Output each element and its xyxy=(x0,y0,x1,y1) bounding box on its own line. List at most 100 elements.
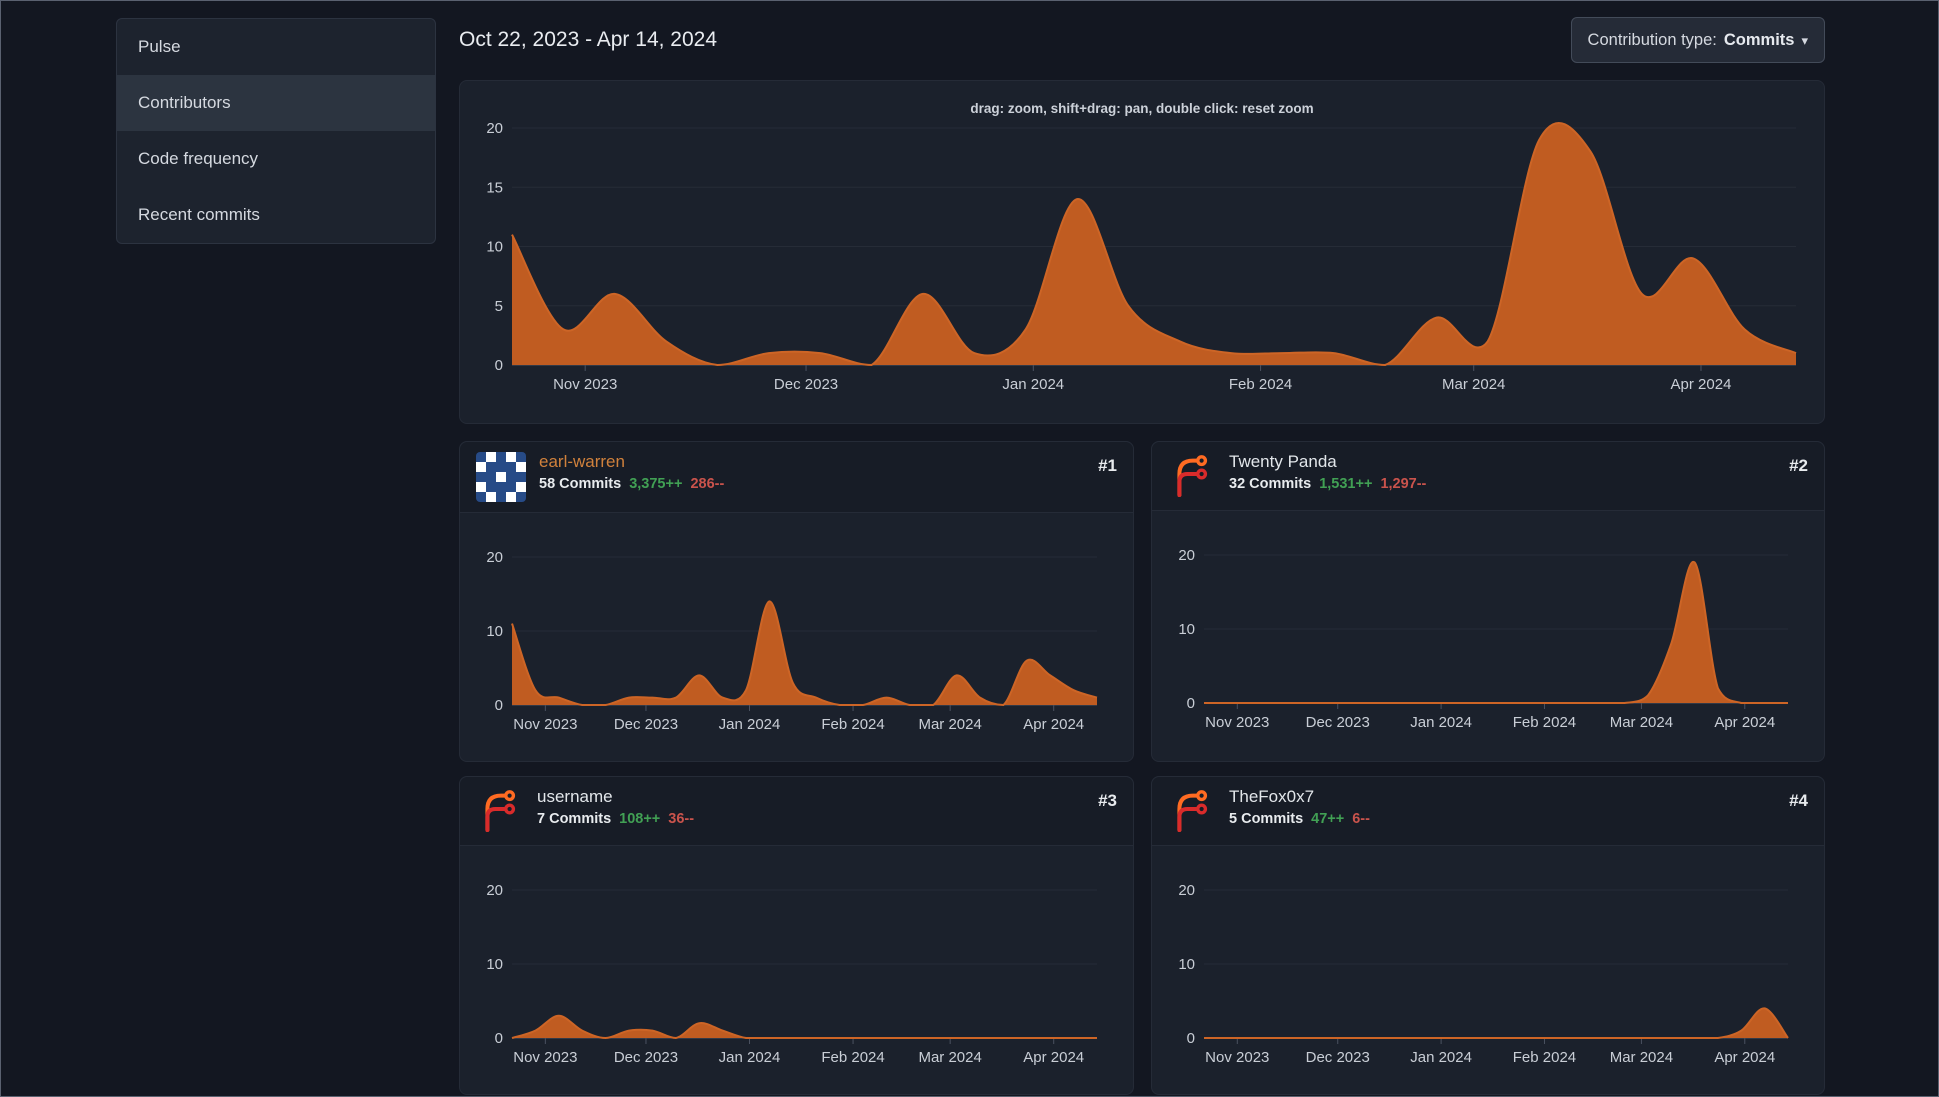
svg-text:20: 20 xyxy=(1178,547,1195,564)
svg-text:10: 10 xyxy=(1178,621,1195,638)
main-header: Oct 22, 2023 - Apr 14, 2024 Contribution… xyxy=(459,17,1825,63)
contributor-rank: #4 xyxy=(1789,791,1808,810)
svg-text:15: 15 xyxy=(486,179,503,196)
svg-text:10: 10 xyxy=(486,623,503,640)
svg-text:5: 5 xyxy=(495,298,503,315)
svg-text:0: 0 xyxy=(495,1030,503,1047)
contributor-card-header: TheFox0x7 5 Commits 47++ 6-- #4 xyxy=(1152,777,1824,846)
additions-count: 1,531++ xyxy=(1319,476,1373,492)
svg-text:20: 20 xyxy=(1178,882,1195,899)
svg-text:Dec 2023: Dec 2023 xyxy=(614,716,678,733)
deletions-count: 36-- xyxy=(668,811,695,827)
contribution-type-label: Contribution type: xyxy=(1587,30,1717,49)
svg-text:Dec 2023: Dec 2023 xyxy=(774,376,838,393)
additions-count: 3,375++ xyxy=(629,476,683,492)
commit-count: 32 Commits xyxy=(1229,476,1312,492)
svg-text:Nov 2023: Nov 2023 xyxy=(1205,1049,1269,1066)
contributor-name-link[interactable]: TheFox0x7 xyxy=(1229,787,1776,807)
sidebar-item-code-frequency[interactable]: Code frequency xyxy=(117,131,435,187)
contributor-card-username: username 7 Commits 108++ 36-- #3 0 10 20 No… xyxy=(459,776,1134,1095)
svg-text:Mar 2024: Mar 2024 xyxy=(918,716,981,733)
deletions-count: 6-- xyxy=(1352,811,1370,827)
sidebar-item-pulse[interactable]: Pulse xyxy=(117,19,435,75)
svg-text:Jan 2024: Jan 2024 xyxy=(1410,714,1472,731)
commit-count: 7 Commits xyxy=(537,811,612,827)
contributor-card-header: username 7 Commits 108++ 36-- #3 xyxy=(460,777,1133,846)
contributor-card-header: earl-warren 58 Commits 3,375++ 286-- #1 xyxy=(460,442,1133,513)
svg-text:0: 0 xyxy=(495,697,503,714)
svg-text:Feb 2024: Feb 2024 xyxy=(821,716,884,733)
contributor-rank: #3 xyxy=(1098,791,1117,810)
svg-text:Apr 2024: Apr 2024 xyxy=(1714,714,1775,731)
svg-text:10: 10 xyxy=(1178,956,1195,973)
contributor-info: earl-warren 58 Commits 3,375++ 286-- xyxy=(539,452,1085,492)
date-range-title: Oct 22, 2023 - Apr 14, 2024 xyxy=(459,28,718,51)
contributor-rank: #2 xyxy=(1789,456,1808,475)
sidebar-item-recent-commits[interactable]: Recent commits xyxy=(117,187,435,243)
commit-count: 58 Commits xyxy=(539,476,622,492)
svg-text:Mar 2024: Mar 2024 xyxy=(1610,714,1673,731)
svg-text:Feb 2024: Feb 2024 xyxy=(821,1049,884,1066)
contributor-commits-area-chart[interactable]: 0 10 20 Nov 2023 Dec 2023 Jan 2024 Feb 2024 Mar… xyxy=(476,850,1117,1080)
contribution-type-value: Commits xyxy=(1723,30,1795,49)
sidebar: Pulse Contributors Code frequency Recent… xyxy=(116,18,436,1095)
svg-text:Apr 2024: Apr 2024 xyxy=(1714,1049,1775,1066)
svg-text:Jan 2024: Jan 2024 xyxy=(719,1049,781,1066)
contribution-type-dropdown[interactable]: Contribution type: Commits ▾ xyxy=(1570,17,1825,63)
contributor-card-thefox0x7: TheFox0x7 5 Commits 47++ 6-- #4 0 10 20 Nov… xyxy=(1151,776,1825,1095)
main-content: Oct 22, 2023 - Apr 14, 2024 Contribution… xyxy=(459,17,1825,1095)
overall-chart-panel: drag: zoom, shift+drag: pan, double clic… xyxy=(459,80,1825,424)
additions-count: 108++ xyxy=(619,811,661,827)
svg-text:0: 0 xyxy=(1187,1030,1195,1047)
activity-menu: Pulse Contributors Code frequency Recent… xyxy=(116,18,436,244)
svg-text:Nov 2023: Nov 2023 xyxy=(513,716,577,733)
contributor-stats: 32 Commits 1,531++ 1,297-- xyxy=(1229,476,1776,492)
svg-text:Apr 2024: Apr 2024 xyxy=(1671,376,1732,393)
svg-text:Nov 2023: Nov 2023 xyxy=(513,1049,577,1066)
svg-text:Apr 2024: Apr 2024 xyxy=(1023,1049,1084,1066)
contributor-stats: 5 Commits 47++ 6-- xyxy=(1229,811,1776,827)
svg-text:Feb 2024: Feb 2024 xyxy=(1229,376,1292,393)
svg-text:Dec 2023: Dec 2023 xyxy=(1306,714,1370,731)
contributor-stats: 7 Commits 108++ 36-- xyxy=(537,811,1085,827)
contributor-commits-area-chart[interactable]: 0 10 20 Nov 2023 Dec 2023 Jan 2024 Feb 2024 Mar… xyxy=(476,517,1117,747)
contributor-info: TheFox0x7 5 Commits 47++ 6-- xyxy=(1229,787,1776,827)
overall-commits-area-chart[interactable]: 0 5 10 15 20 Nov 2023 Dec 2023 Jan 2024 Feb 2024… xyxy=(476,116,1808,404)
contributor-card-earl-warren: earl-warren 58 Commits 3,375++ 286-- #1 … xyxy=(459,441,1134,762)
svg-text:0: 0 xyxy=(495,357,503,374)
svg-text:Feb 2024: Feb 2024 xyxy=(1513,714,1576,731)
svg-text:Mar 2024: Mar 2024 xyxy=(918,1049,981,1066)
contributor-commits-area-chart[interactable]: 0 10 20 Nov 2023 Dec 2023 Jan 2024 Feb 2024 Mar… xyxy=(1168,515,1808,745)
contributor-info: Twenty Panda 32 Commits 1,531++ 1,297-- xyxy=(1229,452,1776,492)
forgejo-logo-avatar[interactable] xyxy=(1168,452,1216,500)
svg-text:Jan 2024: Jan 2024 xyxy=(719,716,781,733)
svg-text:Feb 2024: Feb 2024 xyxy=(1513,1049,1576,1066)
contributor-rank: #1 xyxy=(1098,456,1117,475)
contributor-card-twenty-panda: Twenty Panda 32 Commits 1,531++ 1,297-- … xyxy=(1151,441,1825,762)
deletions-count: 1,297-- xyxy=(1380,476,1427,492)
contributor-name-link[interactable]: earl-warren xyxy=(539,452,1085,472)
commit-count: 5 Commits xyxy=(1229,811,1304,827)
contributors-page: Pulse Contributors Code frequency Recent… xyxy=(0,0,1939,1095)
svg-text:10: 10 xyxy=(486,956,503,973)
contributor-cards-grid: earl-warren 58 Commits 3,375++ 286-- #1 … xyxy=(459,441,1825,1095)
svg-text:Jan 2024: Jan 2024 xyxy=(1002,376,1064,393)
svg-text:10: 10 xyxy=(486,239,503,256)
forgejo-logo-avatar[interactable] xyxy=(1168,787,1216,835)
sidebar-item-contributors[interactable]: Contributors xyxy=(117,75,435,131)
svg-text:Nov 2023: Nov 2023 xyxy=(553,376,617,393)
svg-text:Jan 2024: Jan 2024 xyxy=(1410,1049,1472,1066)
chart-zoom-hint: drag: zoom, shift+drag: pan, double clic… xyxy=(970,101,1314,116)
svg-text:Nov 2023: Nov 2023 xyxy=(1205,714,1269,731)
svg-text:Mar 2024: Mar 2024 xyxy=(1610,1049,1673,1066)
svg-text:Dec 2023: Dec 2023 xyxy=(1306,1049,1370,1066)
contributor-commits-area-chart[interactable]: 0 10 20 Nov 2023 Dec 2023 Jan 2024 Feb 2024 Mar… xyxy=(1168,850,1808,1080)
avatar[interactable] xyxy=(476,452,526,502)
contributor-name-link[interactable]: username xyxy=(537,787,1085,807)
contributor-name-link[interactable]: Twenty Panda xyxy=(1229,452,1776,472)
contributor-stats: 58 Commits 3,375++ 286-- xyxy=(539,476,1085,492)
contributor-info: username 7 Commits 108++ 36-- xyxy=(537,787,1085,827)
svg-text:Dec 2023: Dec 2023 xyxy=(614,1049,678,1066)
svg-text:20: 20 xyxy=(486,882,503,899)
forgejo-logo-avatar[interactable] xyxy=(476,787,524,835)
